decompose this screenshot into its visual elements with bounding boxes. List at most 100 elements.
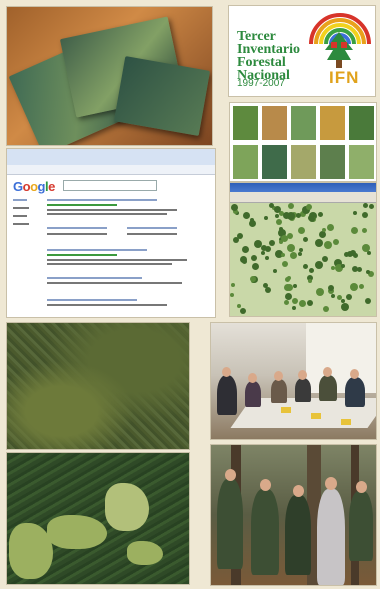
browser-tab-bar [7, 149, 215, 165]
tree-crown [287, 244, 295, 252]
tree-crown [353, 211, 357, 215]
address-bar [7, 165, 215, 175]
tree-crown [251, 255, 257, 261]
tree-crown [362, 244, 370, 252]
tree-crown [346, 294, 352, 300]
tree-crown [250, 276, 256, 282]
report-cover [261, 144, 288, 180]
tree-crown [365, 298, 371, 304]
report-cover [319, 144, 346, 180]
window-toolbar [230, 192, 376, 203]
meeting-photo [210, 322, 377, 440]
tree-crown [242, 246, 249, 253]
tree-crown [357, 267, 362, 272]
report-cover [261, 105, 288, 141]
tree-crown [261, 245, 267, 251]
search-input[interactable] [63, 180, 157, 191]
person-head [298, 370, 307, 380]
tree-crown [316, 288, 324, 296]
report-cover [319, 105, 346, 141]
tree-crown [296, 213, 301, 218]
tree-crown [250, 218, 254, 222]
tree-crown [265, 287, 271, 293]
tree-crown [276, 219, 282, 225]
result-url [47, 204, 117, 206]
tree-crown [344, 252, 349, 257]
person [295, 378, 311, 402]
tree-crown [274, 206, 281, 213]
person [271, 379, 287, 403]
person [251, 489, 279, 575]
gis-map-window [229, 182, 377, 317]
tree-crown [230, 293, 234, 297]
result-title [47, 277, 142, 279]
logo-years: 1997-2007 [237, 78, 285, 89]
tree-crown [290, 252, 297, 259]
person [217, 479, 243, 569]
tree-crown [252, 263, 259, 270]
tree-crown [231, 204, 238, 211]
report-cover [348, 105, 375, 141]
document [311, 413, 321, 419]
meadow-clearing [127, 541, 163, 565]
result-url [47, 254, 117, 256]
person-head [323, 367, 332, 377]
tree-crown [292, 306, 296, 310]
result-title [47, 249, 147, 251]
tree-crown [261, 251, 265, 255]
tree-crown [281, 235, 288, 242]
result-title [47, 199, 157, 201]
tree-crown [273, 269, 277, 273]
google-search-screenshot: Google [6, 148, 216, 318]
tree-crown [309, 216, 315, 222]
tree-crown [264, 216, 268, 220]
tree-crown [315, 261, 323, 269]
result-title [47, 299, 137, 301]
tree-crown [285, 277, 290, 282]
person [245, 381, 261, 407]
tree-crowns-map [230, 203, 376, 316]
person-head [293, 485, 304, 497]
tree-crown [237, 304, 241, 308]
result-snippet [47, 263, 172, 265]
report-covers-mosaic [229, 102, 377, 182]
tree-crown [288, 203, 294, 209]
result-snippet [47, 209, 177, 211]
tree-crown [369, 204, 374, 209]
person-head [274, 371, 283, 381]
book-cover [113, 56, 211, 136]
person [217, 375, 237, 415]
result-snippet [47, 233, 107, 235]
tree-crown [292, 298, 298, 304]
tree-crown [284, 284, 291, 291]
tree-crown [362, 228, 367, 233]
tree-crown [363, 203, 368, 208]
report-cover [232, 144, 259, 180]
person-head [260, 479, 271, 491]
result-snippet [47, 282, 182, 284]
tree-crown [240, 308, 246, 314]
tree-crown [362, 212, 368, 218]
tree-crown [243, 212, 250, 219]
window [306, 323, 376, 393]
tree-crown [298, 252, 302, 256]
tree-crown [299, 300, 306, 307]
tree-crown [231, 283, 235, 287]
tree-crown [341, 264, 345, 268]
document [281, 407, 291, 413]
logo-acronym: IFN [329, 68, 360, 87]
google-logo: Google [13, 179, 55, 194]
sidebar-link [13, 215, 27, 217]
tree-crown [331, 294, 335, 298]
tree-crown [306, 204, 312, 210]
report-cover [290, 105, 317, 141]
tree-crown [309, 268, 314, 273]
sidebar-link [13, 199, 27, 201]
tree-crown [328, 285, 334, 291]
result-title [127, 227, 177, 229]
window-title-bar [230, 183, 376, 192]
tree-crown [366, 270, 370, 274]
tree-crown [327, 224, 334, 231]
tree-seal-icon [325, 32, 353, 68]
tree-crown [275, 214, 279, 218]
